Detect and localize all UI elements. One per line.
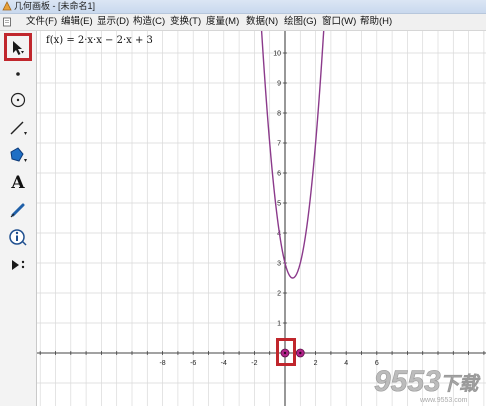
y-tick-label: 9 [277,81,281,88]
text-tool[interactable]: A [5,171,31,195]
point-highlight [276,338,296,366]
x-tick-label: -4 [221,360,227,367]
title-bar: 几何画板 - [未命名1] [0,0,486,14]
menu-bar: 文件(F) 编辑(E) 显示(D) 构造(C) 变换(T) 度量(M) 数据(N… [0,14,486,31]
x-tick-label: 2 [314,360,318,367]
menu-graph[interactable]: 绘图(G) [284,14,317,30]
compass-tool[interactable] [5,88,31,112]
document-icon[interactable] [2,17,12,27]
custom-tool[interactable] [5,253,31,277]
x-tick-label: -2 [251,360,257,367]
svg-text:下载: 下载 [440,373,481,395]
x-tick-label: 4 [344,360,348,367]
menu-data[interactable]: 数据(N) [246,14,278,30]
grid [37,31,486,406]
function-curve[interactable] [260,31,325,279]
y-tick-label: 3 [277,261,281,268]
y-tick-label: 2 [277,291,281,298]
point-center [299,351,302,355]
app-icon [2,1,12,11]
menu-help[interactable]: 帮助(H) [360,14,392,30]
svg-text:9553: 9553 [374,365,441,398]
menu-construct[interactable]: 构造(C) [133,14,165,30]
circle-icon [10,92,26,108]
marker-tool[interactable] [5,198,31,222]
menu-display[interactable]: 显示(D) [97,14,129,30]
menu-edit[interactable]: 编辑(E) [61,14,93,30]
x-tick-label: -6 [190,360,196,367]
y-tick-label: 5 [277,201,281,208]
menu-window[interactable]: 窗口(W) [322,14,356,30]
information-tool[interactable] [5,225,31,249]
svg-text:www.9553.com: www.9553.com [419,397,468,404]
y-tick-label: 6 [277,171,281,178]
info-icon [9,229,27,246]
watermark: 9553 下载 www.9553.com [368,357,486,405]
menu-transform[interactable]: 变换(T) [170,14,201,30]
point[interactable] [295,348,305,358]
line-segment-icon [10,121,27,135]
function-label[interactable]: f(x) = 2·x·x − 2·x + 3 [46,35,153,46]
menu-measure[interactable]: 度量(M) [206,14,239,30]
y-tick-label: 7 [277,141,281,148]
toolbox: A [0,31,37,406]
point-icon [16,72,20,76]
play-menu-icon [12,260,25,270]
polygon-icon [10,147,27,162]
text-tool-glyph: A [11,173,25,193]
x-tick-label: -8 [159,360,165,367]
point-tool[interactable] [5,62,31,86]
y-tick-label: 10 [273,51,281,58]
axes [37,31,486,406]
window-title: 几何画板 - [未命名1] [14,1,96,11]
graph-canvas[interactable]: -8 -6 -4 -2 2 4 6 12345678910 [37,31,486,406]
y-tick-label: 8 [277,111,281,118]
selected-tool-highlight [4,33,32,61]
watermark-logo: 9553 下载 www.9553.com [374,365,482,404]
menu-file[interactable]: 文件(F) [26,14,57,30]
x-tick-labels: -8 -6 -4 -2 2 4 6 [159,360,378,367]
y-tick-label: 1 [277,321,281,328]
marker-pen-icon [10,203,25,218]
straightedge-tool[interactable] [5,116,31,140]
polygon-tool[interactable] [5,143,31,167]
